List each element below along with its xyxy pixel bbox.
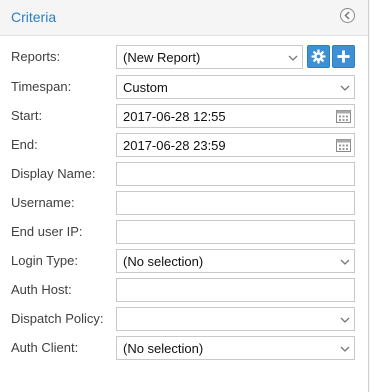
timespan-label: Timespan: — [11, 79, 72, 94]
auth-client-select[interactable]: (No selection) — [116, 336, 355, 360]
display-name-label: Display Name: — [11, 166, 96, 181]
chevron-down-icon[interactable] — [288, 54, 298, 62]
username-row: Username: — [0, 191, 368, 215]
chevron-down-icon[interactable] — [340, 316, 350, 324]
login-type-label: Login Type: — [11, 253, 78, 268]
calendar-icon[interactable] — [335, 108, 352, 124]
end-user-ip-row: End user IP: — [0, 220, 368, 244]
reports-select[interactable]: (New Report) — [116, 45, 303, 69]
start-label: Start: — [11, 108, 43, 123]
calendar-icon[interactable] — [335, 137, 352, 153]
reports-value: (New Report) — [123, 50, 201, 65]
display-name-input[interactable] — [116, 162, 355, 186]
dispatch-policy-row: Dispatch Policy: — [0, 307, 368, 331]
end-user-ip-label: End user IP: — [11, 224, 83, 239]
auth-client-row: Auth Client: (No selection) — [0, 336, 368, 360]
login-type-value: (No selection) — [123, 254, 204, 269]
end-label: End: — [11, 137, 38, 152]
start-value: 2017-06-28 12:55 — [123, 109, 226, 124]
chevron-down-icon[interactable] — [340, 258, 350, 266]
auth-client-label: Auth Client: — [11, 340, 79, 355]
timespan-value: Custom — [123, 80, 168, 95]
dispatch-policy-label: Dispatch Policy: — [11, 311, 104, 326]
login-type-row: Login Type: (No selection) — [0, 249, 368, 273]
end-value: 2017-06-28 23:59 — [123, 138, 226, 153]
gear-icon — [311, 49, 326, 64]
auth-host-label: Auth Host: — [11, 282, 72, 297]
username-label: Username: — [11, 195, 75, 210]
chevron-down-icon[interactable] — [340, 84, 350, 92]
dispatch-policy-select[interactable] — [116, 307, 355, 331]
display-name-row: Display Name: — [0, 162, 368, 186]
chevron-down-icon[interactable] — [340, 345, 350, 353]
criteria-form: Reports: (New Report) Timespan: Custom S… — [0, 36, 368, 392]
timespan-select[interactable]: Custom — [116, 75, 355, 99]
collapse-panel-button[interactable] — [340, 8, 355, 23]
criteria-panel: Criteria Reports: (New Report) Timespan:… — [0, 0, 369, 392]
reports-row: Reports: (New Report) — [0, 45, 368, 69]
timespan-row: Timespan: Custom — [0, 75, 368, 99]
add-report-button[interactable] — [332, 45, 355, 68]
login-type-select[interactable]: (No selection) — [116, 249, 355, 273]
auth-host-input[interactable] — [116, 278, 355, 302]
plus-icon — [337, 50, 350, 63]
reports-label: Reports: — [11, 49, 61, 64]
panel-title: Criteria — [11, 9, 57, 25]
username-input[interactable] — [116, 191, 355, 215]
start-date-field[interactable]: 2017-06-28 12:55 — [116, 104, 355, 128]
panel-header: Criteria — [0, 0, 368, 36]
start-row: Start: 2017-06-28 12:55 — [0, 104, 368, 128]
end-user-ip-input[interactable] — [116, 220, 355, 244]
chevron-left-icon — [344, 11, 350, 20]
auth-host-row: Auth Host: — [0, 278, 368, 302]
auth-client-value: (No selection) — [123, 341, 204, 356]
report-settings-button[interactable] — [307, 45, 330, 68]
end-row: End: 2017-06-28 23:59 — [0, 133, 368, 157]
end-date-field[interactable]: 2017-06-28 23:59 — [116, 133, 355, 157]
